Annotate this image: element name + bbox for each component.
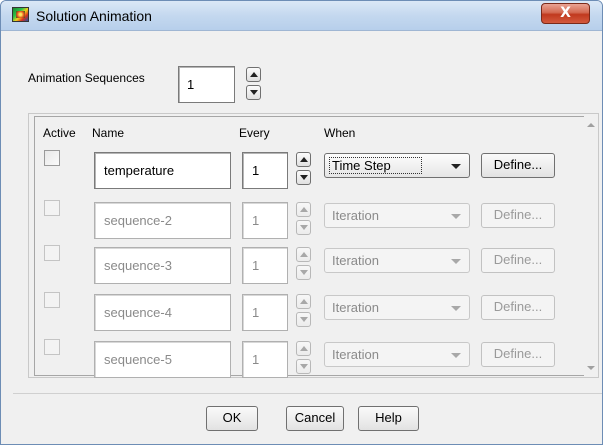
every-increment-icon[interactable]	[296, 152, 311, 167]
when-select[interactable]: Iteration	[324, 295, 470, 320]
dialog-window: Solution Animation X Animation Sequences…	[0, 0, 603, 445]
active-checkbox[interactable]	[44, 292, 60, 308]
define-button[interactable]: Define...	[481, 342, 555, 367]
animation-sequences-label: Animation Sequences	[28, 71, 145, 85]
window-title: Solution Animation	[36, 8, 152, 24]
cancel-button[interactable]: Cancel	[286, 406, 344, 431]
every-increment-icon[interactable]	[296, 341, 311, 356]
when-select-value: Iteration	[332, 300, 379, 315]
every-input[interactable]: 1	[242, 294, 288, 331]
every-decrement-icon[interactable]	[296, 220, 311, 235]
when-select-value: Iteration	[332, 208, 379, 223]
header-every: Every	[239, 126, 270, 140]
sequences-decrement-icon[interactable]	[246, 85, 261, 100]
header-name: Name	[92, 126, 125, 140]
sequence-name-input[interactable]: sequence-5	[94, 341, 231, 378]
chevron-down-icon	[451, 214, 461, 219]
every-input[interactable]: 1	[242, 202, 288, 239]
define-button[interactable]: Define...	[481, 153, 555, 178]
vertical-scrollbar[interactable]	[585, 114, 598, 377]
define-button[interactable]: Define...	[481, 295, 555, 320]
when-select-value: Iteration	[332, 253, 379, 268]
active-checkbox[interactable]	[44, 200, 60, 216]
when-select[interactable]: Time Step	[324, 153, 470, 178]
sequence-name-input[interactable]: temperature	[94, 152, 231, 189]
every-input[interactable]: 1	[242, 341, 288, 378]
chevron-down-icon	[451, 164, 461, 169]
active-checkbox[interactable]	[44, 150, 60, 166]
sequences-increment-icon[interactable]	[246, 67, 261, 82]
active-checkbox[interactable]	[44, 245, 60, 261]
every-decrement-icon[interactable]	[296, 359, 311, 374]
sequence-name-input[interactable]: sequence-2	[94, 202, 231, 239]
header-when: When	[324, 126, 356, 140]
animation-sequences-input[interactable]: 1	[178, 66, 235, 103]
every-increment-icon[interactable]	[296, 202, 311, 217]
help-button[interactable]: Help	[358, 406, 419, 431]
ok-button[interactable]: OK	[206, 406, 258, 431]
when-select-value: Iteration	[332, 347, 379, 362]
when-select[interactable]: Iteration	[324, 203, 470, 228]
divider	[13, 393, 602, 394]
every-input[interactable]: 1	[242, 152, 288, 189]
header-active: Active	[43, 126, 76, 140]
every-decrement-icon[interactable]	[296, 170, 311, 185]
active-checkbox[interactable]	[44, 339, 60, 355]
define-button[interactable]: Define...	[481, 203, 555, 228]
chevron-down-icon	[451, 306, 461, 311]
when-select-value: Time Step	[329, 157, 422, 174]
chevron-down-icon	[451, 353, 461, 358]
when-select[interactable]: Iteration	[324, 342, 470, 367]
define-button[interactable]: Define...	[481, 248, 555, 273]
every-input[interactable]: 1	[242, 247, 288, 284]
sequence-name-input[interactable]: sequence-4	[94, 294, 231, 331]
when-select[interactable]: Iteration	[324, 248, 470, 273]
title-bar[interactable]: Solution Animation X	[1, 1, 602, 31]
close-button[interactable]: X	[541, 3, 590, 24]
every-decrement-icon[interactable]	[296, 265, 311, 280]
scroll-up-icon[interactable]	[587, 123, 595, 127]
every-decrement-icon[interactable]	[296, 312, 311, 327]
every-increment-icon[interactable]	[296, 294, 311, 309]
chevron-down-icon	[451, 259, 461, 264]
app-icon	[12, 7, 29, 22]
scroll-down-icon[interactable]	[587, 366, 595, 370]
every-increment-icon[interactable]	[296, 247, 311, 262]
sequence-name-input[interactable]: sequence-3	[94, 247, 231, 284]
